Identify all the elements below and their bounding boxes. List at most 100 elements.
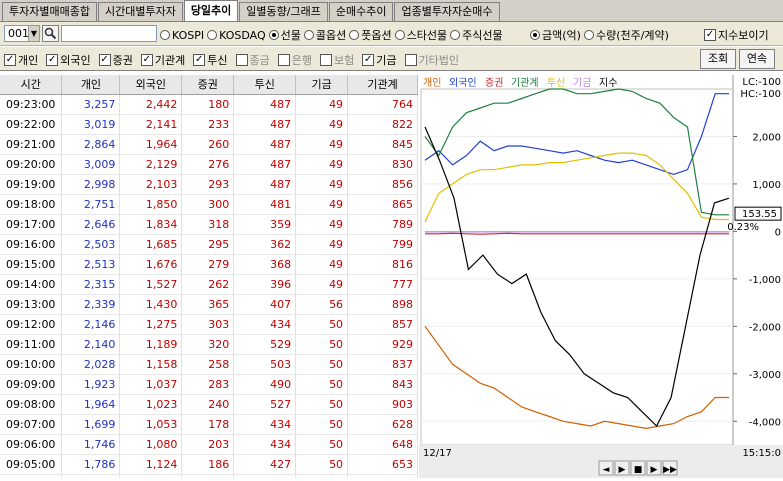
investor-checkbox-8[interactable]: 기금 [362,52,397,68]
investor-checkbox-6[interactable]: 은행 [277,52,312,68]
legend-item-0: 개인 [423,77,441,89]
investor-checkbox-7[interactable]: 보험 [320,52,354,68]
table-row[interactable]: 09:18:00 2,751 1,850 300 481 49 865 [0,194,418,215]
table-row[interactable]: 09:08:00 1,964 1,023 240 527 50 903 [0,394,418,415]
tab-3[interactable]: 일별동향/그래프 [239,2,328,21]
table-row[interactable]: 09:14:00 2,315 1,527 262 396 49 777 [0,274,418,295]
checkbox-box[interactable] [320,54,332,66]
checkbox-box[interactable] [277,54,290,66]
investor-trend-table[interactable]: 시간 개인 외국인 증권 투신 기금 기관계 09:23:00 3,257 2,442 180 48… [0,75,418,478]
checkbox-label: 기타법인 [418,54,459,67]
table-row[interactable]: 09:22:00 3,019 2,141 233 487 49 822 [0,114,418,135]
table-cell: 180 [181,94,235,115]
radio-option-6[interactable]: 주식선물 [450,27,503,43]
radio-option-2[interactable]: 선물 [268,27,301,43]
table-cell: 303 [181,314,235,335]
table-cell: 2,442 [119,94,183,115]
table-row[interactable]: 09:10:00 2,028 1,158 258 503 50 837 [0,354,418,375]
code-combo[interactable]: 001 ▼ [4,25,40,42]
table-cell: 1,786 [61,454,121,475]
checkbox-box[interactable] [4,54,16,66]
column-header[interactable]: 기금 [295,75,349,95]
continue-button[interactable]: 연속 [739,49,775,69]
checkbox-box[interactable] [98,54,111,66]
table-cell: 49 [295,194,349,215]
checkbox-box[interactable] [46,54,59,66]
radio-dot[interactable] [530,30,540,40]
radio-dot[interactable] [303,30,314,40]
table-row[interactable]: 09:15:00 2,513 1,676 279 368 49 816 [0,254,418,275]
investor-checkbox-1[interactable]: 외국인 [46,52,91,68]
investor-checkbox-0[interactable]: 개인 [4,52,38,68]
table-body: 09:23:00 3,257 2,442 180 487 49 764 09:22:00 3,0… [0,94,418,478]
tab-4[interactable]: 순매수추이 [328,2,394,21]
table-cell: 09:17:00 [0,214,63,235]
column-header[interactable]: 시간 [0,75,63,95]
table-cell: 648 [347,434,418,455]
table-row[interactable]: 09:11:00 2,140 1,189 320 529 50 929 [0,334,418,355]
table-row[interactable]: 09:23:00 3,257 2,442 180 487 49 764 [0,94,418,115]
column-header[interactable]: 증권 [181,75,235,95]
investor-checkbox-9[interactable]: 기타법인 [404,52,459,68]
table-row[interactable]: 09:21:00 2,864 1,964 260 487 49 845 [0,134,418,155]
column-header[interactable]: 개인 [61,75,121,95]
radio-dot[interactable] [349,30,360,40]
table-row[interactable]: 09:07:00 1,699 1,053 178 434 50 628 [0,414,418,435]
table-cell: 1,037 [119,374,183,395]
query-button[interactable]: 조회 [700,49,736,69]
radio-dot[interactable] [207,30,218,40]
tab-2[interactable]: 당일추이 [183,0,239,21]
table-row[interactable]: 09:16:00 2,503 1,685 295 362 49 799 [0,234,418,255]
radio-option-0[interactable]: 금액(억) [530,27,581,43]
column-header[interactable]: 외국인 [119,75,183,95]
radio-option-5[interactable]: 스타선물 [394,27,447,43]
investor-checkbox-4[interactable]: 투신 [193,52,228,68]
playback-icon-3: ▶ [651,465,658,475]
trend-chart[interactable]: 2,000 1,000 0 -1,000 -2,000 -3,000 -4,000 개인 외국인… [419,75,783,478]
checkbox-box[interactable] [235,54,248,66]
radio-option-0[interactable]: KOSPI [160,27,204,43]
radio-dot[interactable] [583,30,594,40]
checkbox-box[interactable] [404,54,417,66]
table-row[interactable]: 09:06:00 1,746 1,080 203 434 50 648 [0,434,418,455]
table-row[interactable]: 09:13:00 2,339 1,430 365 407 56 898 [0,294,418,315]
table-cell: 09:20:00 [0,154,63,175]
checkbox-box[interactable] [193,54,206,66]
table-cell: 50 [295,414,349,435]
column-header[interactable]: 기관계 [347,75,418,95]
table-row[interactable]: 09:09:00 1,923 1,037 283 490 50 843 [0,374,418,395]
index-view-checkbox[interactable]: 지수보이기 [704,27,769,43]
table-row[interactable]: 09:19:00 2,998 2,103 293 487 49 856 [0,174,418,195]
tab-5[interactable]: 업종별투자자순매수 [394,2,500,21]
column-header[interactable]: 투신 [233,75,297,95]
radio-dot[interactable] [160,30,170,40]
name-field[interactable] [61,25,157,42]
tab-1[interactable]: 시간대별투자자 [97,2,183,21]
table-cell: 3,257 [61,94,121,115]
time-label: 15:15:0 [742,448,781,459]
table-cell: 365 [181,294,235,315]
radio-option-4[interactable]: 풋옵션 [349,27,392,43]
investor-checkbox-3[interactable]: 기관계 [140,52,185,68]
search-button[interactable] [42,25,59,42]
checkbox-box[interactable] [362,54,375,66]
table-row[interactable]: 09:05:00 1,786 1,124 186 427 50 653 [0,454,418,475]
table-row[interactable]: 09:20:00 3,009 2,129 276 487 49 830 [0,154,418,175]
table-row[interactable]: 09:12:00 2,146 1,275 303 434 50 857 [0,314,418,335]
checkbox-box[interactable] [140,54,153,66]
table-row[interactable]: 09:04:001,6581,00415340650649 [0,474,418,478]
investor-checkbox-2[interactable]: 증권 [98,52,133,68]
investor-checkbox-5[interactable]: 종금 [235,52,270,68]
radio-option-1[interactable]: KOSDAQ [207,27,266,43]
chevron-down-icon[interactable]: ▼ [28,26,39,41]
table-cell: 50 [295,374,349,395]
radio-dot[interactable] [394,30,405,40]
radio-dot[interactable] [450,30,461,40]
radio-dot[interactable] [268,30,279,40]
index-view-check[interactable] [704,29,716,41]
table-row[interactable]: 09:17:00 2,646 1,834 318 359 49 789 [0,214,418,235]
radio-option-1[interactable]: 수량(천주/계약) [583,27,669,43]
radio-option-3[interactable]: 콜옵션 [303,27,346,43]
table-cell: 1,658 [61,474,121,478]
tab-0[interactable]: 투자자별매매종합 [2,2,97,21]
